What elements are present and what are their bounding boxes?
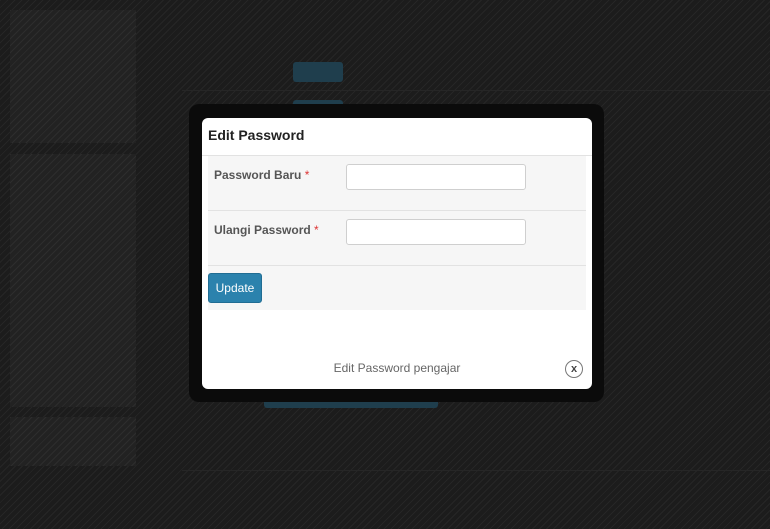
background-sidebar-panel-bottom [10, 417, 136, 466]
ulangi-password-label: Ulangi Password * [214, 223, 319, 237]
form-row-divider [208, 210, 586, 211]
password-form: Password Baru * Ulangi Password * [208, 156, 586, 310]
background-divider [182, 470, 770, 471]
modal-title: Edit Password [208, 127, 305, 143]
password-baru-label: Password Baru * [214, 168, 309, 182]
update-button[interactable]: Update [208, 273, 262, 303]
close-icon[interactable]: x [565, 360, 583, 378]
ulangi-password-label-text: Ulangi Password [214, 223, 311, 237]
background-sidebar-panel-top [10, 10, 136, 143]
edit-password-modal: Edit Password Password Baru * Ulangi Pas… [202, 118, 592, 389]
background-button [293, 62, 343, 82]
modal-footer-text: Edit Password pengajar [333, 361, 461, 375]
background-divider [182, 90, 770, 91]
password-baru-input[interactable] [346, 164, 526, 190]
background-sidebar-panel-middle [10, 154, 136, 407]
password-baru-label-text: Password Baru [214, 168, 302, 182]
required-mark: * [304, 168, 310, 182]
ulangi-password-input[interactable] [346, 219, 526, 245]
required-mark: * [314, 223, 319, 237]
form-row-divider [208, 265, 586, 266]
